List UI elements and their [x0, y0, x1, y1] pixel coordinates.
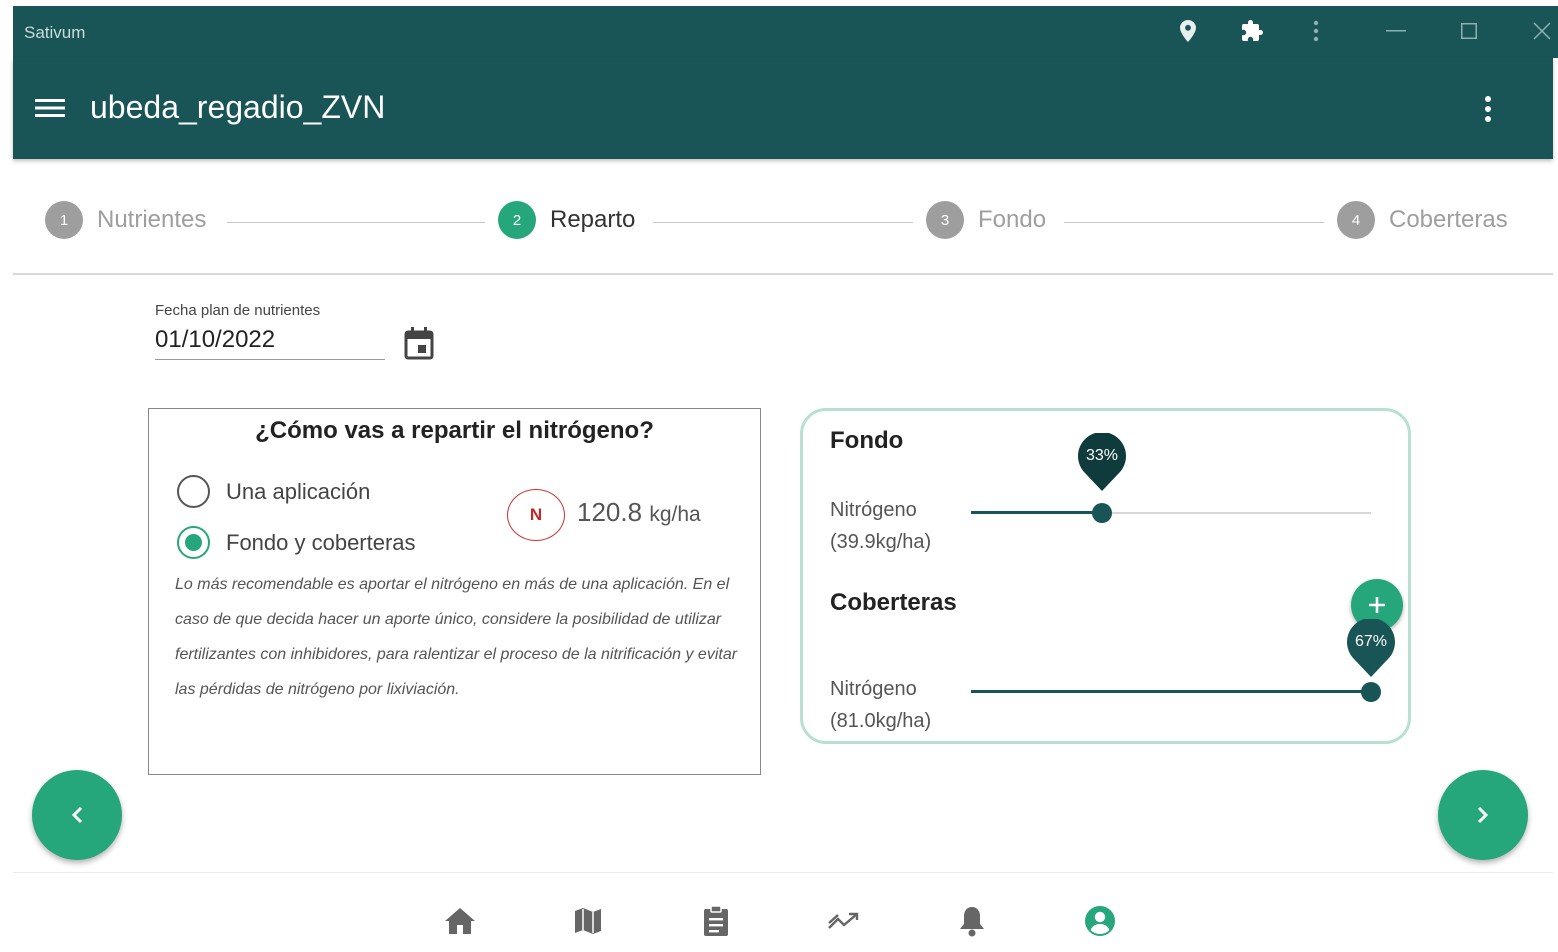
coberteras-value-pin: 67% [1346, 618, 1396, 679]
home-icon[interactable] [442, 903, 478, 939]
clipboard-icon[interactable] [698, 903, 734, 939]
app-window: Sativum ubeda_regadio_ZVN 1 Nutrientes 2… [13, 6, 1558, 952]
next-button[interactable] [1438, 770, 1528, 860]
chevron-right-icon [1477, 806, 1489, 824]
step-reparto[interactable]: 2 Reparto [498, 201, 635, 239]
bell-icon[interactable] [954, 903, 990, 939]
map-icon[interactable] [570, 903, 606, 939]
plus-icon [1369, 597, 1385, 613]
calendar-icon[interactable] [403, 326, 435, 360]
radio-unchecked-icon[interactable] [177, 475, 210, 508]
step-label: Fondo [978, 206, 1047, 233]
stepper: 1 Nutrientes 2 Reparto 3 Fondo 4 Coberte… [13, 159, 1553, 275]
chevron-left-icon [71, 806, 83, 824]
recommendation-note: Lo más recomendable es aportar el nitróg… [175, 576, 738, 698]
step-number: 3 [926, 201, 964, 239]
coberteras-nutrient: Nitrógeno [830, 678, 917, 700]
minimize-icon[interactable] [1381, 16, 1411, 46]
fondo-slider-thumb[interactable] [1092, 503, 1112, 523]
bottom-navigation [13, 872, 1553, 952]
coberteras-title: Coberteras [830, 589, 957, 616]
distribution-method-card: ¿Cómo vas a repartir el nitrógeno? Una a… [148, 408, 761, 775]
fondo-nutrient: Nitrógeno [830, 499, 917, 521]
step-number: 1 [45, 201, 83, 239]
previous-button[interactable] [32, 770, 122, 860]
maximize-icon[interactable] [1454, 16, 1484, 46]
app-title: ubeda_regadio_ZVN [90, 89, 386, 125]
location-pin-icon[interactable] [1175, 18, 1201, 44]
fondo-slider-fill [971, 511, 1102, 514]
radio-fondo-coberteras[interactable]: Fondo y coberteras [177, 526, 416, 559]
nitrogen-badge: N [507, 489, 565, 541]
account-icon[interactable] [1082, 903, 1118, 939]
step-coberteras[interactable]: 4 Coberteras [1337, 201, 1508, 239]
fondo-percent: 33% [1085, 447, 1119, 464]
radio-una-aplicacion[interactable]: Una aplicación [177, 475, 370, 508]
radio-checked-icon[interactable] [177, 526, 210, 559]
nitrogen-amount: 120.8 [577, 497, 643, 527]
nitrogen-unit: kg/ha [649, 503, 701, 526]
coberteras-nitrogen-label: Nitrógeno (81.0kg/ha) [830, 673, 931, 737]
window-title: Sativum [24, 23, 86, 42]
fondo-nitrogen-label: Nitrógeno (39.9kg/ha) [830, 494, 931, 558]
step-label: Coberteras [1389, 206, 1508, 233]
radio-label: Una aplicación [226, 478, 371, 504]
fondo-amount: (39.9kg/ha) [830, 531, 932, 553]
coberteras-percent: 67% [1354, 633, 1388, 650]
fondo-title: Fondo [830, 427, 904, 454]
step-number: 2 [498, 201, 536, 239]
step-nutrientes[interactable]: 1 Nutrientes [45, 201, 206, 239]
coberteras-slider-fill [971, 690, 1371, 693]
distribution-sliders-card: Fondo Nitrógeno (39.9kg/ha) 33% Coberter… [800, 408, 1411, 744]
step-connector [653, 222, 913, 223]
puzzle-icon[interactable] [1239, 18, 1265, 44]
coberteras-amount: (81.0kg/ha) [830, 710, 932, 732]
window-titlebar: Sativum [13, 6, 1558, 58]
close-icon[interactable] [1527, 16, 1557, 46]
app-bar: ubeda_regadio_ZVN [13, 58, 1553, 159]
date-field[interactable]: Fecha plan de nutrientes 01/10/2022 [155, 302, 385, 360]
radio-label: Fondo y coberteras [226, 529, 416, 555]
step-label: Nutrientes [97, 206, 207, 233]
step-fondo[interactable]: 3 Fondo [926, 201, 1046, 239]
menu-icon[interactable] [35, 95, 67, 121]
nitrogen-total: 120.8 kg/ha [577, 497, 701, 528]
distribution-question: ¿Cómo vas a repartir el nitrógeno? [255, 417, 654, 444]
coberteras-slider-thumb[interactable] [1361, 682, 1381, 702]
step-label: Reparto [550, 206, 636, 233]
step-connector [227, 222, 485, 223]
more-options-icon[interactable] [1476, 94, 1500, 124]
step-number: 4 [1337, 201, 1375, 239]
more-vert-icon[interactable] [1303, 18, 1329, 44]
step-connector [1064, 222, 1324, 223]
trending-icon[interactable] [826, 903, 862, 939]
fondo-value-pin: 33% [1077, 432, 1127, 493]
date-field-label: Fecha plan de nutrientes [155, 302, 321, 319]
date-input[interactable]: 01/10/2022 [155, 324, 385, 360]
